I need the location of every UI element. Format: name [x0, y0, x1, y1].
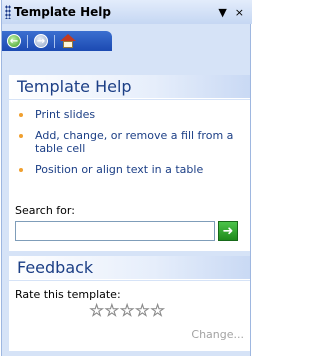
drag-grip-icon[interactable] — [5, 5, 11, 19]
template-help-heading: Template Help — [9, 75, 250, 99]
search-input[interactable] — [15, 221, 215, 241]
rating-star-icon[interactable]: ☆ — [150, 302, 166, 320]
help-topic-item[interactable]: Add, change, or remove a fill from a tab… — [19, 129, 244, 155]
forward-arrow-icon: → — [34, 34, 48, 48]
task-pane-title: Template Help — [14, 5, 111, 19]
help-topic-link[interactable]: Print slides — [35, 108, 95, 121]
bullet-icon — [19, 113, 23, 117]
back-button[interactable]: ← — [6, 33, 22, 49]
go-arrow-icon: ➜ — [222, 223, 234, 239]
task-pane-frame: Template Help ▼ × ← → Template Help Prin… — [1, 0, 252, 356]
help-topic-link[interactable]: Position or align text in a table — [35, 163, 203, 176]
back-arrow-icon: ← — [7, 34, 21, 48]
rating-star-icon[interactable]: ☆ — [89, 302, 105, 320]
template-help-heading-text: Template Help — [17, 77, 132, 96]
help-topic-item[interactable]: Print slides — [19, 108, 244, 121]
help-topic-link[interactable]: Add, change, or remove a fill from a tab… — [35, 129, 244, 155]
toolbar-separator — [27, 34, 28, 48]
home-button[interactable] — [60, 33, 76, 49]
feedback-heading-text: Feedback — [17, 258, 94, 277]
rate-label: Rate this template: — [15, 288, 121, 301]
help-topic-list: Print slides Add, change, or remove a fi… — [9, 100, 250, 176]
nav-toolbar: ← → — [2, 31, 112, 51]
search-go-button[interactable]: ➜ — [218, 221, 238, 241]
help-topic-item[interactable]: Position or align text in a table — [19, 163, 244, 176]
search-label: Search for: — [15, 204, 75, 217]
home-icon — [60, 33, 76, 49]
pane-dropdown-button[interactable]: ▼ — [218, 7, 226, 18]
rating-star-icon[interactable]: ☆ — [119, 302, 135, 320]
rating-star-icon[interactable]: ☆ — [104, 302, 120, 320]
rating-star-icon[interactable]: ☆ — [134, 302, 150, 320]
forward-button[interactable]: → — [33, 33, 49, 49]
bullet-icon — [19, 134, 23, 138]
pane-close-button[interactable]: × — [235, 7, 244, 18]
task-pane: Template Help ▼ × ← → Template Help Prin… — [0, 0, 255, 356]
feedback-body: Rate this template: ☆ ☆ ☆ ☆ ☆ Change... — [9, 281, 250, 351]
template-help-body: Print slides Add, change, or remove a fi… — [9, 100, 250, 251]
task-pane-titlebar: Template Help ▼ × — [2, 0, 252, 24]
feedback-heading: Feedback — [9, 256, 250, 280]
toolbar-separator — [54, 34, 55, 48]
bullet-icon — [19, 168, 23, 172]
star-rating[interactable]: ☆ ☆ ☆ ☆ ☆ — [89, 302, 166, 320]
change-link[interactable]: Change... — [191, 328, 244, 341]
